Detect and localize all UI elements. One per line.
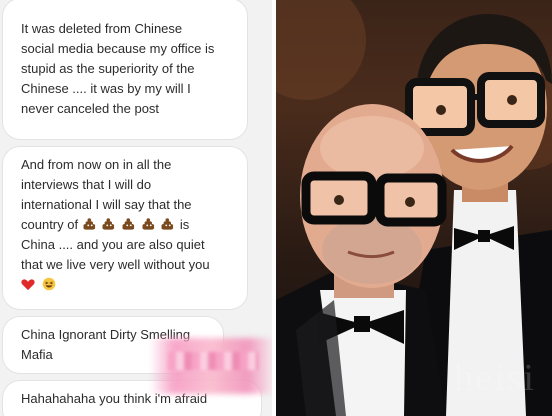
pile-of-poo-icon xyxy=(122,218,135,230)
message-text-1: It was deleted from Chinese social media… xyxy=(21,21,215,116)
message-text-2: And from now on in all the interviews th… xyxy=(21,155,231,295)
pile-of-poo-icon xyxy=(142,218,154,230)
grinning-squinting-face-icon xyxy=(42,277,55,291)
message-text-2-part-3: China .... and you are also quiet that w… xyxy=(21,237,210,272)
message-bubble-1: It was deleted from Chinese social media… xyxy=(2,0,248,140)
pile-of-poo-icon xyxy=(83,218,95,230)
chat-screenshot: It was deleted from Chinese social media… xyxy=(0,0,272,416)
watermark: heisi xyxy=(454,357,536,399)
pile-of-poo-icon xyxy=(161,218,174,230)
message-text-2-part-2: is xyxy=(179,217,190,232)
censor-pixelation xyxy=(168,352,258,370)
poop-emoji-row xyxy=(82,217,180,232)
message-bubble-2: And from now on in all the interviews th… xyxy=(2,146,248,310)
pile-of-poo-icon xyxy=(102,218,115,230)
photo-two-men: heisi xyxy=(276,0,552,416)
photo-illustration xyxy=(276,0,552,416)
heart-icon xyxy=(21,279,35,291)
